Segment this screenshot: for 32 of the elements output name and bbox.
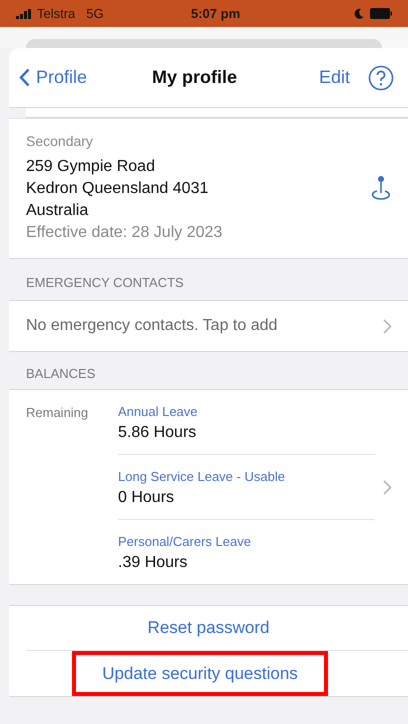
leave-balance: 5.86 Hours [118,423,198,443]
effective-date: Effective date: 28 July 2023 [26,223,224,243]
leave-type: Personal/Carers Leave [118,533,252,550]
address-label: Secondary [26,132,94,151]
remaining-label: Remaining [26,404,90,422]
back-chevron-icon [19,68,30,87]
chevron-right-icon [383,318,392,334]
screen-title: My profile [152,66,238,89]
moon-icon [354,8,364,19]
leave-balance: 0 Hours [118,488,176,508]
carrier-name: Telstra [37,4,76,23]
leave-balance: .39 Hours [118,553,188,573]
section-header: BALANCES [26,364,96,382]
address-line: 259 Gympie Road [26,157,156,177]
leave-type: Long Service Leave - Usable [118,468,286,485]
signal-icon [16,8,32,18]
leave-type: Annual Leave [118,403,199,420]
address-line: Kedron Queensland 4031 [26,179,210,199]
help-icon[interactable] [368,64,394,90]
status-time: 5:07 pm [191,4,240,23]
address-line: Australia [26,201,90,221]
balances-row[interactable]: Remaining Annual Leave 5.86 Hours Long Service Leave - Usable 0 Hours Personal/Carers Leave .39 Hours [9,390,408,585]
section-header: EMERGENCY CONTACTS [26,274,184,292]
battery-icon [370,8,392,19]
back-button[interactable]: Profile [19,64,139,91]
edit-button[interactable]: Edit [318,64,350,91]
action-button[interactable]: Reset password [148,615,270,641]
map-pin-icon[interactable] [370,174,392,200]
emergency-contacts-row[interactable]: No emergency contacts. Tap to add [9,301,408,352]
action-button[interactable]: Update security questions [72,650,328,696]
network-type: 5G [86,4,104,23]
chevron-right-icon [383,480,392,494]
